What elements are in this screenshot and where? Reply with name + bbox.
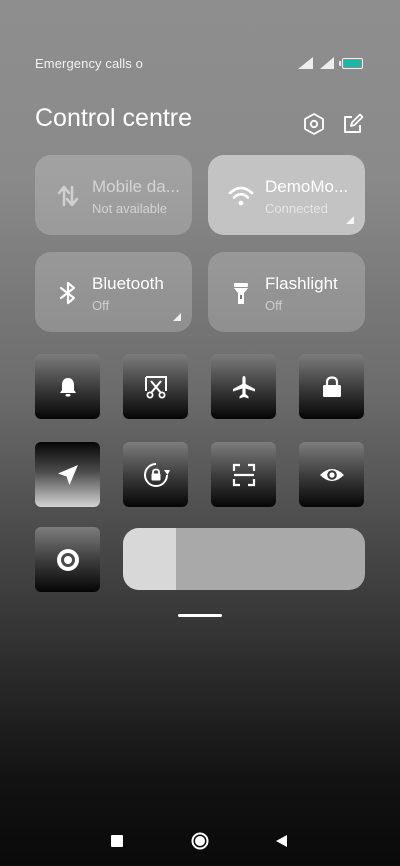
brightness-level-fill <box>123 528 177 590</box>
bell-icon <box>59 377 76 396</box>
tile-auto-rotate[interactable] <box>123 442 188 507</box>
rotation-lock-icon <box>143 462 170 487</box>
tile-label: Bluetooth <box>92 274 164 293</box>
tile-location[interactable] <box>35 442 100 507</box>
tile-label: DemoMo... <box>265 177 349 196</box>
scan-icon <box>232 463 255 486</box>
tile-airplane[interactable] <box>211 354 276 419</box>
scissors-screenshot-icon <box>144 375 167 398</box>
status-bar: Emergency calls o <box>0 52 400 74</box>
flashlight-icon <box>234 283 248 304</box>
settings-icon[interactable] <box>302 112 326 136</box>
lock-icon <box>322 375 341 397</box>
drag-handle[interactable] <box>178 614 222 617</box>
location-arrow-icon <box>57 464 78 485</box>
home-circle-icon[interactable] <box>191 832 209 850</box>
tile-bluetooth[interactable]: Bluetooth Off <box>35 252 192 332</box>
tile-lock[interactable] <box>299 354 364 419</box>
eye-icon <box>319 468 344 481</box>
battery-icon <box>342 58 363 69</box>
tile-label: Flashlight <box>265 274 338 293</box>
bluetooth-icon <box>59 281 76 305</box>
tile-label: Mobile da... <box>92 177 180 196</box>
tile-status: Not available <box>92 201 168 216</box>
tile-ring[interactable] <box>35 354 100 419</box>
page-title: Control centre <box>35 104 193 132</box>
tile-status: Off <box>92 298 110 313</box>
tile-mobile-data[interactable]: Mobile da... Not available <box>35 155 192 235</box>
carrier-status-text: Emergency calls o <box>35 56 143 71</box>
tile-status: Off <box>265 298 283 313</box>
signal-strength-icon-2 <box>320 57 334 69</box>
wifi-icon <box>228 186 254 206</box>
tile-flashlight[interactable]: Flashlight Off <box>208 252 365 332</box>
recents-square-icon[interactable] <box>110 834 124 848</box>
signal-strength-icon <box>298 57 313 69</box>
expand-corner-icon[interactable] <box>346 216 354 224</box>
battery-tip <box>339 61 341 66</box>
tile-record[interactable] <box>35 527 100 592</box>
tile-screenshot[interactable] <box>123 354 188 419</box>
back-triangle-icon[interactable] <box>274 834 288 848</box>
battery-level <box>344 60 361 67</box>
tile-status: Connected <box>265 201 328 216</box>
brightness-slider[interactable] <box>123 528 365 590</box>
tile-scanner[interactable] <box>211 442 276 507</box>
airplane-icon <box>232 375 255 398</box>
expand-corner-icon[interactable] <box>173 313 181 321</box>
record-icon <box>56 548 79 571</box>
tile-wifi[interactable]: DemoMo... Connected <box>208 155 365 235</box>
tile-reading-mode[interactable] <box>299 442 364 507</box>
edit-icon[interactable] <box>341 112 365 136</box>
mobile-data-icon <box>57 185 79 207</box>
